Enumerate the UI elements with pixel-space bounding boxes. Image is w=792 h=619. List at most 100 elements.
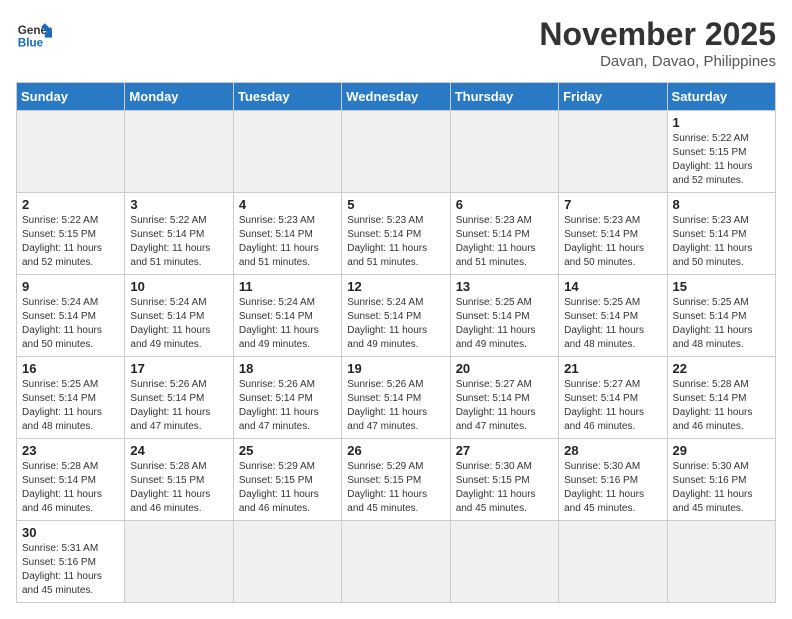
calendar-day-cell: 6 Sunrise: 5:23 AM Sunset: 5:14 PM Daylig… — [450, 193, 558, 275]
calendar-day-cell: 20 Sunrise: 5:27 AM Sunset: 5:14 PM Dayli… — [450, 357, 558, 439]
calendar-empty-cell — [342, 521, 450, 603]
day-info: Sunrise: 5:24 AM Sunset: 5:14 PM Dayligh… — [130, 296, 227, 352]
day-number: 23 — [22, 443, 119, 458]
weekday-header-monday: Monday — [125, 83, 233, 111]
day-number: 4 — [239, 197, 336, 212]
calendar-week-row: 30Sunrise: 5:31 AM Sunset: 5:16 PM Dayli… — [17, 521, 776, 603]
day-info: Sunrise: 5:23 AM Sunset: 5:14 PM Dayligh… — [564, 214, 661, 270]
day-info: Sunrise: 5:22 AM Sunset: 5:14 PM Dayligh… — [130, 214, 227, 270]
day-number: 14 — [564, 279, 661, 294]
day-number: 7 — [564, 197, 661, 212]
calendar-day-cell: 13Sunrise: 5:25 AM Sunset: 5:14 PM Dayli… — [450, 275, 558, 357]
calendar-day-cell: 1Sunrise: 5:22 AM Sunset: 5:15 PM Daylig… — [667, 111, 775, 193]
month-title: November 2025 — [539, 16, 776, 53]
calendar-empty-cell — [450, 521, 558, 603]
calendar-day-cell: 16 Sunrise: 5:25 AM Sunset: 5:14 PM Dayli… — [17, 357, 125, 439]
calendar-table: SundayMondayTuesdayWednesdayThursdayFrid… — [16, 82, 776, 603]
day-number: 19 — [347, 361, 444, 376]
calendar-day-cell: 4 Sunrise: 5:23 AM Sunset: 5:14 PM Daylig… — [233, 193, 341, 275]
day-number: 15 — [673, 279, 770, 294]
day-number: 25 — [239, 443, 336, 458]
day-number: 21 — [564, 361, 661, 376]
day-info: Sunrise: 5:31 AM Sunset: 5:16 PM Dayligh… — [22, 542, 119, 598]
day-number: 6 — [456, 197, 553, 212]
calendar-week-row: 16 Sunrise: 5:25 AM Sunset: 5:14 PM Dayli… — [17, 357, 776, 439]
location-subtitle: Davan, Davao, Philippines — [539, 53, 776, 70]
day-info: Sunrise: 5:24 AM Sunset: 5:14 PM Dayligh… — [347, 296, 444, 352]
calendar-day-cell: 11Sunrise: 5:24 AM Sunset: 5:14 PM Dayli… — [233, 275, 341, 357]
weekday-header-row: SundayMondayTuesdayWednesdayThursdayFrid… — [17, 83, 776, 111]
logo-icon: General Blue — [16, 16, 52, 52]
calendar-day-cell: 17 Sunrise: 5:26 AM Sunset: 5:14 PM Dayli… — [125, 357, 233, 439]
calendar-empty-cell — [233, 111, 341, 193]
calendar-week-row: 23 Sunrise: 5:28 AM Sunset: 5:14 PM Dayli… — [17, 439, 776, 521]
calendar-day-cell: 2 Sunrise: 5:22 AM Sunset: 5:15 PM Daylig… — [17, 193, 125, 275]
weekday-header-tuesday: Tuesday — [233, 83, 341, 111]
calendar-empty-cell — [342, 111, 450, 193]
calendar-day-cell: 10 Sunrise: 5:24 AM Sunset: 5:14 PM Dayli… — [125, 275, 233, 357]
day-number: 13 — [456, 279, 553, 294]
day-info: Sunrise: 5:26 AM Sunset: 5:14 PM Dayligh… — [239, 378, 336, 434]
day-info: Sunrise: 5:23 AM Sunset: 5:14 PM Dayligh… — [456, 214, 553, 270]
day-number: 11 — [239, 279, 336, 294]
weekday-header-friday: Friday — [559, 83, 667, 111]
day-info: Sunrise: 5:28 AM Sunset: 5:14 PM Dayligh… — [22, 460, 119, 516]
day-info: Sunrise: 5:25 AM Sunset: 5:14 PM Dayligh… — [564, 296, 661, 352]
day-info: Sunrise: 5:30 AM Sunset: 5:16 PM Dayligh… — [673, 460, 770, 516]
calendar-day-cell: 27 Sunrise: 5:30 AM Sunset: 5:15 PM Dayli… — [450, 439, 558, 521]
calendar-day-cell: 9 Sunrise: 5:24 AM Sunset: 5:14 PM Daylig… — [17, 275, 125, 357]
day-number: 17 — [130, 361, 227, 376]
day-info: Sunrise: 5:23 AM Sunset: 5:14 PM Dayligh… — [239, 214, 336, 270]
day-number: 9 — [22, 279, 119, 294]
day-number: 8 — [673, 197, 770, 212]
day-number: 29 — [673, 443, 770, 458]
calendar-day-cell: 8 Sunrise: 5:23 AM Sunset: 5:14 PM Daylig… — [667, 193, 775, 275]
day-info: Sunrise: 5:25 AM Sunset: 5:14 PM Dayligh… — [673, 296, 770, 352]
calendar-week-row: 2 Sunrise: 5:22 AM Sunset: 5:15 PM Daylig… — [17, 193, 776, 275]
day-number: 2 — [22, 197, 119, 212]
day-info: Sunrise: 5:30 AM Sunset: 5:15 PM Dayligh… — [456, 460, 553, 516]
day-info: Sunrise: 5:27 AM Sunset: 5:14 PM Dayligh… — [456, 378, 553, 434]
svg-text:Blue: Blue — [18, 37, 44, 50]
weekday-header-saturday: Saturday — [667, 83, 775, 111]
calendar-day-cell: 15 Sunrise: 5:25 AM Sunset: 5:14 PM Dayli… — [667, 275, 775, 357]
calendar-day-cell: 3 Sunrise: 5:22 AM Sunset: 5:14 PM Daylig… — [125, 193, 233, 275]
calendar-day-cell: 23 Sunrise: 5:28 AM Sunset: 5:14 PM Dayli… — [17, 439, 125, 521]
day-info: Sunrise: 5:22 AM Sunset: 5:15 PM Dayligh… — [22, 214, 119, 270]
calendar-day-cell: 25 Sunrise: 5:29 AM Sunset: 5:15 PM Dayli… — [233, 439, 341, 521]
logo: General Blue — [16, 16, 52, 52]
calendar-week-row: 1Sunrise: 5:22 AM Sunset: 5:15 PM Daylig… — [17, 111, 776, 193]
day-info: Sunrise: 5:23 AM Sunset: 5:14 PM Dayligh… — [673, 214, 770, 270]
day-number: 10 — [130, 279, 227, 294]
calendar-empty-cell — [450, 111, 558, 193]
day-info: Sunrise: 5:28 AM Sunset: 5:15 PM Dayligh… — [130, 460, 227, 516]
day-number: 16 — [22, 361, 119, 376]
weekday-header-wednesday: Wednesday — [342, 83, 450, 111]
calendar-empty-cell — [233, 521, 341, 603]
day-info: Sunrise: 5:24 AM Sunset: 5:14 PM Dayligh… — [22, 296, 119, 352]
day-info: Sunrise: 5:28 AM Sunset: 5:14 PM Dayligh… — [673, 378, 770, 434]
calendar-day-cell: 29 Sunrise: 5:30 AM Sunset: 5:16 PM Dayli… — [667, 439, 775, 521]
calendar-day-cell: 24Sunrise: 5:28 AM Sunset: 5:15 PM Dayli… — [125, 439, 233, 521]
calendar-day-cell: 22Sunrise: 5:28 AM Sunset: 5:14 PM Dayli… — [667, 357, 775, 439]
calendar-week-row: 9 Sunrise: 5:24 AM Sunset: 5:14 PM Daylig… — [17, 275, 776, 357]
calendar-empty-cell — [559, 111, 667, 193]
day-number: 27 — [456, 443, 553, 458]
calendar-day-cell: 7 Sunrise: 5:23 AM Sunset: 5:14 PM Daylig… — [559, 193, 667, 275]
day-number: 3 — [130, 197, 227, 212]
day-info: Sunrise: 5:26 AM Sunset: 5:14 PM Dayligh… — [347, 378, 444, 434]
day-number: 5 — [347, 197, 444, 212]
day-number: 20 — [456, 361, 553, 376]
calendar-day-cell: 5Sunrise: 5:23 AM Sunset: 5:14 PM Daylig… — [342, 193, 450, 275]
day-info: Sunrise: 5:26 AM Sunset: 5:14 PM Dayligh… — [130, 378, 227, 434]
calendar-day-cell: 30Sunrise: 5:31 AM Sunset: 5:16 PM Dayli… — [17, 521, 125, 603]
day-info: Sunrise: 5:25 AM Sunset: 5:14 PM Dayligh… — [22, 378, 119, 434]
header: General Blue November 2025 Davan, Davao,… — [16, 16, 776, 70]
calendar-empty-cell — [125, 111, 233, 193]
day-info: Sunrise: 5:29 AM Sunset: 5:15 PM Dayligh… — [239, 460, 336, 516]
calendar-day-cell: 14 Sunrise: 5:25 AM Sunset: 5:14 PM Dayli… — [559, 275, 667, 357]
calendar-day-cell: 21Sunrise: 5:27 AM Sunset: 5:14 PM Dayli… — [559, 357, 667, 439]
day-number: 28 — [564, 443, 661, 458]
day-number: 1 — [673, 115, 770, 130]
day-number: 12 — [347, 279, 444, 294]
